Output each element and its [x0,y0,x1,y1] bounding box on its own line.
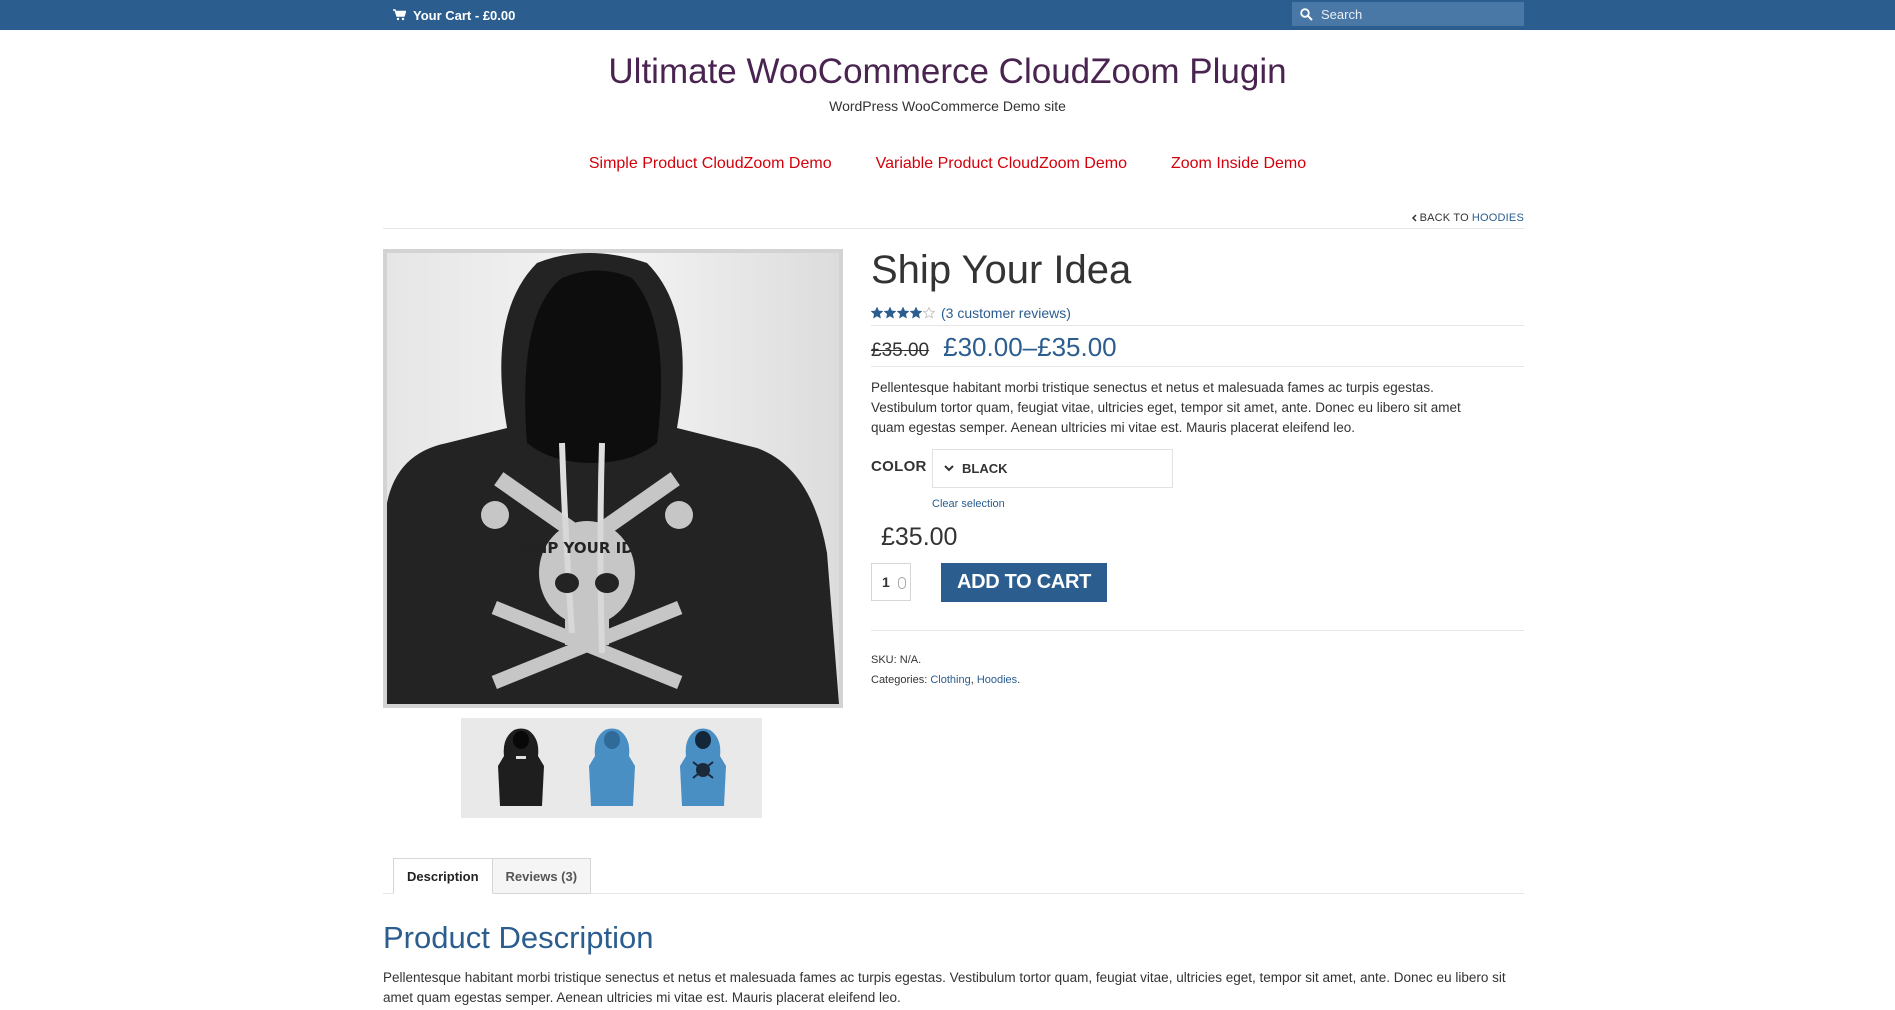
hoodie-print-text: SHIP YOUR IDEA [518,539,655,557]
sku-value: N/A. [899,654,922,666]
category-link-clothing[interactable]: Clothing [930,674,970,686]
tab-description[interactable]: Description [393,858,493,894]
quantity-spinner-icon[interactable] [898,577,906,589]
cart-icon [393,9,406,21]
search-box [1292,2,1524,26]
product-short-description: Pellentesque habitant morbi tristique se… [871,380,1461,435]
blue-hoodie-thumbnail [588,728,635,806]
product-main-image[interactable]: SHIP YOUR IDEA [383,249,843,708]
blue-hoodie-print-thumbnail [679,728,726,806]
star-icon [884,307,896,319]
categories-separator: , [970,674,974,686]
gallery-thumbnails [461,718,762,818]
main-nav: Simple Product CloudZoom Demo Variable P… [0,155,1895,173]
star-icon [897,307,909,319]
search-icon [1300,7,1313,21]
thumbnail-blue-hoodie[interactable] [577,723,647,813]
price-divider [871,366,1524,367]
product-tabs: Description Reviews (3) [393,858,592,894]
header-divider [383,228,1524,229]
color-select[interactable]: BLACK [932,449,1173,488]
star-rating [871,307,935,319]
sku-label: SKU: [871,654,897,666]
color-select-value: BLACK [962,461,1008,476]
cart-label: Your Cart - £0.00 [413,7,516,23]
cart-link[interactable]: Your Cart - £0.00 [393,7,515,23]
description-heading: Product Description [383,920,654,955]
description-body: Pellentesque habitant morbi tristique se… [383,970,1506,1005]
star-icon [910,307,922,319]
product-categories: Categories: Clothing, Hoodies. [871,674,1020,686]
search-input[interactable] [1321,6,1511,22]
category-link-hoodies[interactable]: Hoodies [977,674,1017,686]
meta-divider [871,630,1524,631]
site-title[interactable]: Ultimate WooCommerce CloudZoom Plugin [0,52,1895,92]
back-to-hoodies-link[interactable]: HOODIES [1472,212,1524,224]
price-row: £35.00 £30.00–£35.00 [871,332,1117,363]
categories-label: Categories: [871,674,928,686]
quantity-value: 1 [882,574,890,590]
back-to-prefix: BACK TO [1419,212,1469,224]
chevron-down-icon [944,465,954,472]
star-icon [871,307,883,319]
rating-divider [871,325,1524,326]
product-sku: SKU: N/A. [871,654,921,666]
top-bar: Your Cart - £0.00 [0,0,1895,30]
nav-simple-product-demo[interactable]: Simple Product CloudZoom Demo [589,155,832,173]
nav-zoom-inside-demo[interactable]: Zoom Inside Demo [1171,155,1306,173]
nav-variable-product-demo[interactable]: Variable Product CloudZoom Demo [876,155,1127,173]
back-to-category: BACK TO HOODIES [1411,212,1524,224]
customer-reviews-link[interactable]: (3 customer reviews) [941,305,1071,321]
site-tagline: WordPress WooCommerce Demo site [829,98,1066,114]
quantity-stepper[interactable]: 1 [871,563,911,601]
product-title: Ship Your Idea [871,248,1132,292]
color-attribute-label: COLOR [871,458,927,475]
black-hoodie-thumbnail [497,728,544,806]
rating-row: (3 customer reviews) [871,305,1071,321]
hoodie-image: SHIP YOUR IDEA [387,253,839,704]
variation-price: £35.00 [881,523,958,551]
chevron-left-icon [1411,214,1417,222]
thumbnail-blue-hoodie-print[interactable] [668,723,738,813]
sale-price-range: £30.00–£35.00 [943,332,1117,362]
categories-end: . [1017,674,1021,686]
clear-selection-link[interactable]: Clear selection [932,498,1005,510]
tab-reviews[interactable]: Reviews (3) [492,858,592,894]
star-icon [923,307,935,319]
regular-price: £35.00 [871,340,930,361]
thumbnail-black-hoodie[interactable] [486,723,556,813]
add-to-cart-button[interactable]: ADD TO CART [941,563,1107,602]
